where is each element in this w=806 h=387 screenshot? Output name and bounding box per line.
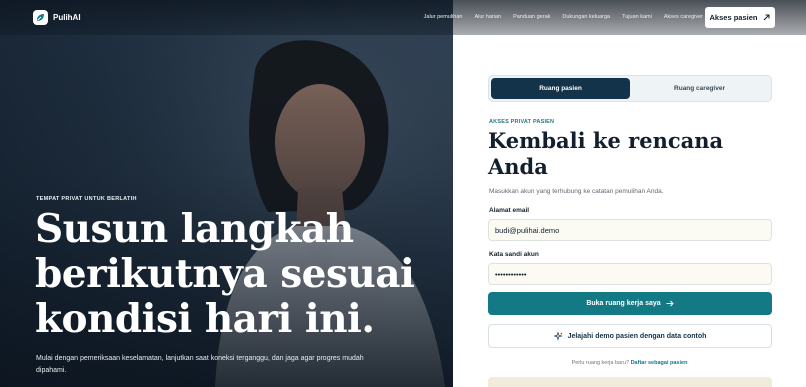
hero-description: Mulai dengan pemeriksaan keselamatan, la…	[36, 355, 364, 374]
brand[interactable]: PulihAI	[33, 10, 81, 25]
tab-patient-space[interactable]: Ruang pasien	[491, 78, 630, 99]
login-subtext: Masukkan akun yang terhubung ke catatan …	[489, 188, 664, 195]
nav-link-tujuan-kami[interactable]: Tujuan kami	[622, 14, 652, 20]
workspace-tabs: Ruang pasien Ruang caregiver	[488, 75, 772, 102]
open-workspace-label: Buka ruang kerja saya	[586, 300, 661, 307]
signup-prompt-text: Perlu ruang kerja baru?	[571, 360, 630, 366]
password-label: Kata sandi akun	[489, 251, 539, 258]
nav-link-alur-harian[interactable]: Alur harian	[474, 14, 501, 20]
nav-link-panduan-gerak[interactable]: Panduan gerak	[513, 14, 550, 20]
login-heading: Kembali ke rencana Anda	[488, 128, 724, 179]
nav-link-dukungan-keluarga[interactable]: Dukungan keluarga	[562, 14, 610, 20]
nav-link-jalur-pemulihan[interactable]: Jalur pemulihan	[424, 14, 463, 20]
hero-eyebrow: TEMPAT PRIVAT UNTUK BERLATIH	[36, 196, 137, 202]
login-panel: Ruang pasien Ruang caregiver AKSES PRIVA…	[453, 35, 806, 387]
brand-name: PulihAI	[53, 13, 81, 22]
top-navigation: PulihAI Jalur pemulihan Alur harian Pand…	[0, 0, 806, 35]
password-field[interactable]	[488, 263, 772, 285]
explore-demo-button[interactable]: Jelajahi demo pasien dengan data contoh	[488, 324, 772, 348]
hero-title: Susun langkah berikutnya sesuai kondisi …	[35, 206, 415, 342]
patient-access-button[interactable]: Akses pasien	[705, 7, 775, 28]
tab-caregiver-space[interactable]: Ruang caregiver	[630, 78, 769, 99]
hero-section: TEMPAT PRIVAT UNTUK BERLATIH Susun langk…	[0, 0, 453, 387]
open-workspace-button[interactable]: Buka ruang kerja saya	[488, 292, 772, 315]
signup-link[interactable]: Daftar sebagai pasien	[631, 360, 688, 366]
nav-link-akses-caregiver[interactable]: Akses caregiver	[664, 14, 703, 20]
patient-access-label: Akses pasien	[709, 13, 758, 22]
arrow-up-right-icon	[764, 14, 770, 21]
pulihai-logo-icon	[33, 10, 48, 25]
signup-prompt: Perlu ruang kerja baru? Daftar sebagai p…	[453, 360, 806, 366]
explore-demo-label: Jelajahi demo pasien dengan data contoh	[567, 332, 707, 340]
info-card	[488, 377, 772, 387]
nav-links: Jalur pemulihan Alur harian Panduan gera…	[424, 14, 703, 20]
email-field[interactable]	[488, 219, 772, 241]
email-label: Alamat email	[489, 207, 530, 214]
login-eyebrow: AKSES PRIVAT PASIEN	[489, 119, 555, 125]
arrow-right-icon	[666, 300, 674, 307]
sparkles-icon	[553, 331, 563, 341]
